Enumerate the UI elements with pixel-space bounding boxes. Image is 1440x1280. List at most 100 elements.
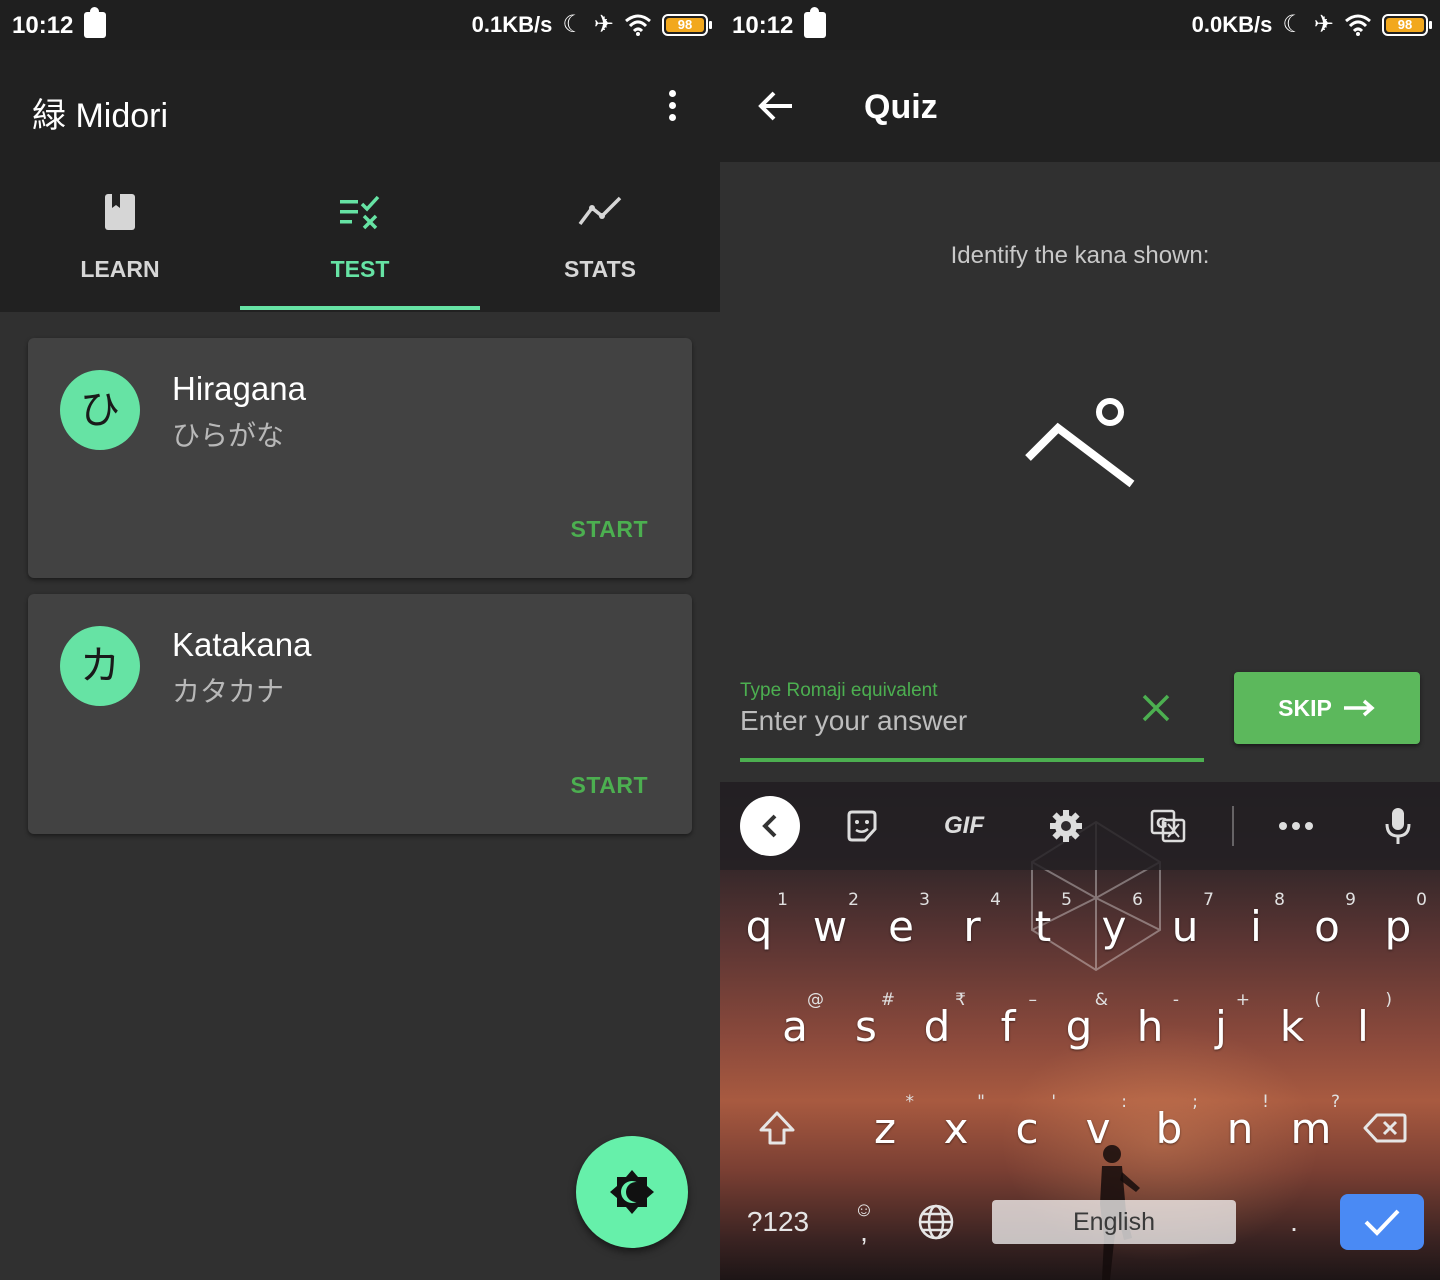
key-hint: 6 (1132, 890, 1143, 910)
keyboard-row-1: q1w2e3r4t5y6u7i8o9p0 (720, 878, 1440, 978)
key-l[interactable]: l) (1328, 978, 1398, 1078)
card-title: Katakana (172, 626, 312, 663)
more-button[interactable] (1266, 796, 1326, 856)
toolbar-divider (1232, 806, 1234, 846)
soft-keyboard: GIF G q1w2e3r4t5y6u7i8o9p0 a @ s # d ₹ f – g & h - j… (720, 782, 1440, 1280)
home-screen: 10:12 0.1KB/s ☾ ✈ 98 緑 Midori LEARN TEST… (0, 0, 720, 1280)
key-hint: 8 (1274, 890, 1285, 910)
key-h[interactable]: h- (1115, 978, 1185, 1078)
wifi-icon (625, 14, 651, 36)
shift-key[interactable] (742, 1100, 812, 1156)
key-j[interactable]: j + (1186, 978, 1256, 1078)
key-o[interactable]: o9 (1292, 878, 1362, 978)
keyboard-row-3: z * x " c ' v: b; n! m? (720, 1080, 1440, 1180)
card-subtitle: カタカナ (172, 675, 285, 708)
key-r[interactable]: r4 (937, 878, 1007, 978)
symbols-key[interactable]: ?123 (738, 1196, 818, 1248)
collapse-toolbar-button[interactable] (740, 796, 800, 856)
moon-icon: ☾ (1282, 11, 1304, 38)
theme-toggle-button[interactable] (576, 1136, 688, 1248)
key-z[interactable]: z * (850, 1080, 920, 1180)
comma-emoji-key[interactable]: ☺ , (838, 1192, 890, 1252)
moon-icon: ☾ (562, 11, 584, 38)
sticker-button[interactable] (832, 796, 892, 856)
key-y[interactable]: y6 (1079, 878, 1149, 978)
key-f[interactable]: f – (973, 978, 1043, 1078)
key-hint: * (905, 1092, 915, 1112)
key-k[interactable]: k( (1257, 978, 1327, 1078)
answer-input[interactable] (740, 705, 1120, 737)
page-title: Quiz (864, 88, 938, 126)
tab-stats[interactable]: STATS (480, 180, 720, 310)
key-hint: : (1121, 1092, 1127, 1112)
app-bar: 緑 Midori LEARN TEST STATS (0, 50, 720, 312)
start-hiragana-button[interactable]: START (571, 516, 648, 543)
network-speed: 0.1KB/s (471, 12, 553, 37)
key-hint: " (977, 1092, 985, 1112)
space-bar[interactable]: English (992, 1200, 1236, 1244)
tab-bar: LEARN TEST STATS (0, 180, 720, 310)
keyboard-toolbar: GIF G (720, 782, 1440, 870)
key-u[interactable]: u7 (1150, 878, 1220, 978)
card-title: Hiragana (172, 370, 306, 407)
status-time: 10:12 (12, 12, 74, 39)
key-q[interactable]: q1 (724, 878, 794, 978)
key-hint: ( (1314, 990, 1321, 1010)
kana-display: ぺ (1025, 398, 1135, 488)
katakana-card[interactable]: カ Katakana カタカナ START (28, 594, 692, 834)
status-bar: 10:12 0.0KB/s ☾ ✈ 98 (720, 0, 1440, 50)
chevron-left-icon (762, 814, 777, 838)
key-hint: 5 (1061, 890, 1072, 910)
key-d[interactable]: d ₹ (902, 978, 972, 1078)
katakana-avatar: カ (60, 626, 140, 706)
key-w[interactable]: w2 (795, 878, 865, 978)
gif-button[interactable]: GIF (934, 796, 994, 856)
key-a[interactable]: a @ (760, 978, 830, 1078)
key-p[interactable]: p0 (1363, 878, 1433, 978)
key-c[interactable]: c ' (992, 1080, 1062, 1180)
keyboard-row-2: a @ s # d ₹ f – g & h - j + k(l) (720, 978, 1440, 1078)
puzzle-icon (804, 7, 826, 38)
tab-learn[interactable]: LEARN (0, 180, 240, 310)
more-options-icon[interactable] (666, 90, 678, 124)
puzzle-icon (84, 7, 106, 38)
key-e[interactable]: e3 (866, 878, 936, 978)
start-katakana-button[interactable]: START (571, 772, 648, 799)
skip-label: SKIP (1278, 694, 1332, 721)
clear-icon[interactable] (1140, 692, 1172, 724)
enter-key[interactable] (1340, 1194, 1424, 1250)
tab-test[interactable]: TEST (240, 180, 480, 310)
key-b[interactable]: b; (1134, 1080, 1204, 1180)
language-key[interactable] (910, 1196, 962, 1248)
hiragana-card[interactable]: ひ Hiragana ひらがな START (28, 338, 692, 578)
voice-input-button[interactable] (1368, 796, 1428, 856)
period-key[interactable]: . (1268, 1196, 1320, 1248)
airplane-icon: ✈ (1313, 11, 1334, 38)
key-hint: - (1172, 990, 1179, 1010)
airplane-icon: ✈ (593, 11, 614, 38)
translate-button[interactable]: G (1138, 796, 1198, 856)
key-i[interactable]: i8 (1221, 878, 1291, 978)
key-t[interactable]: t5 (1008, 878, 1078, 978)
card-subtitle: ひらがな (172, 419, 285, 452)
key-g[interactable]: g & (1044, 978, 1114, 1078)
keyboard-settings-button[interactable] (1036, 796, 1096, 856)
backspace-key[interactable] (1350, 1100, 1420, 1156)
globe-icon (918, 1204, 954, 1240)
checkmark-icon (1364, 1209, 1400, 1236)
key-hint: 4 (990, 890, 1001, 910)
key-x[interactable]: x " (921, 1080, 991, 1180)
key-s[interactable]: s # (831, 978, 901, 1078)
key-n[interactable]: n! (1205, 1080, 1275, 1180)
key-hint: ₹ (955, 990, 966, 1010)
skip-button[interactable]: SKIP (1234, 672, 1420, 744)
key-hint: @ (807, 990, 824, 1010)
key-m[interactable]: m? (1276, 1080, 1346, 1180)
key-v[interactable]: v: (1063, 1080, 1133, 1180)
key-hint: ? (1330, 1092, 1340, 1112)
network-speed: 0.0KB/s (1191, 12, 1273, 37)
back-arrow-icon[interactable] (756, 86, 796, 126)
tab-label: LEARN (80, 256, 160, 282)
comma-label: , (860, 1216, 868, 1247)
key-hint: ) (1385, 990, 1392, 1010)
